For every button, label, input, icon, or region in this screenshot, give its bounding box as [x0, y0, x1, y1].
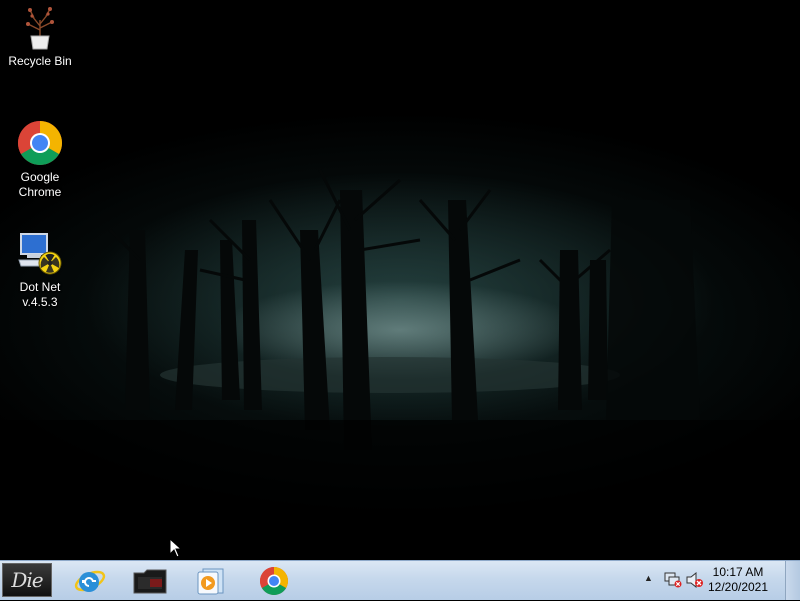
taskbar-file-explorer[interactable]: [122, 564, 178, 598]
clock-time: 10:17 AM: [712, 565, 764, 579]
desktop-icon-dot-net[interactable]: Dot Net v.4.5.3: [2, 232, 78, 310]
folder-icon: [133, 569, 167, 594]
desktop-icon-google-chrome[interactable]: Google Chrome: [2, 120, 78, 200]
network-icon[interactable]: [664, 572, 682, 588]
start-button[interactable]: Die: [2, 563, 52, 597]
dotnet-label-line1: Dot Net: [19, 280, 61, 294]
dotnet-installer-icon: [18, 233, 62, 275]
clock-date: 12/20/2021: [707, 580, 769, 594]
internet-explorer-icon: [74, 570, 106, 592]
show-desktop-button[interactable]: [785, 561, 800, 600]
recycle-bin-icon: [26, 7, 54, 50]
media-player-icon: [197, 568, 224, 595]
dotnet-label-line2: v.4.5.3: [22, 295, 58, 309]
taskbar-google-chrome[interactable]: [246, 564, 302, 598]
taskbar-internet-explorer[interactable]: [62, 564, 118, 598]
desktop-icon-recycle-bin[interactable]: Recycle Bin: [2, 6, 78, 69]
recycle-bin-label: Recycle Bin: [8, 54, 72, 68]
taskbar-media-player[interactable]: [182, 564, 238, 598]
chrome-icon: [260, 567, 288, 595]
mouse-cursor-icon: [169, 538, 183, 558]
wallpaper-forest: [0, 169, 800, 560]
chrome-icon: [18, 121, 62, 165]
show-hidden-icons-button[interactable]: ▲: [644, 573, 653, 583]
chrome-label-line2: Chrome: [18, 185, 62, 199]
system-tray: ▲ 10:17 AM 12/20/2021: [640, 561, 800, 601]
taskbar: Die ▲ 10:17 AM 12/20/2021: [0, 560, 800, 600]
desktop[interactable]: Recycle Bin Google Chrome Dot Net v.4.5.…: [0, 0, 800, 560]
chrome-label-line1: Google: [20, 170, 60, 184]
clock[interactable]: 10:17 AM 12/20/2021: [702, 565, 774, 595]
